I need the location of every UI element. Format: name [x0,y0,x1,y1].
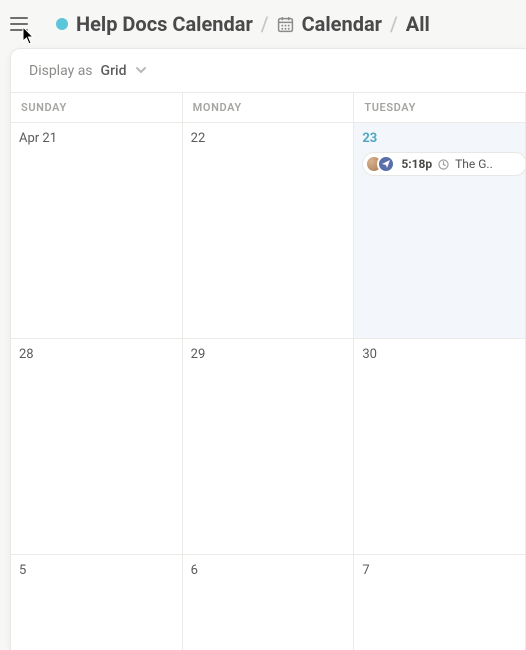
display-as-label: Display as [29,63,93,79]
breadcrumb-separator: / [261,12,269,36]
calendar-cell[interactable]: 6 [183,555,355,650]
calendar-cell[interactable]: 7 [354,555,526,650]
breadcrumb-space[interactable]: Help Docs Calendar [76,12,253,36]
display-as-value[interactable]: Grid [101,63,127,79]
calendar-icon [277,16,294,33]
day-number: 28 [19,347,174,362]
calendar-toolbar: Display as Grid [11,49,526,93]
calendar-cell-today[interactable]: 23 5:18p The G.. [354,123,526,339]
day-number: 6 [191,563,346,578]
day-number: 22 [191,131,346,146]
breadcrumb: Help Docs Calendar / Calendar / All [40,12,430,36]
calendar-cell[interactable]: 28 [11,339,183,555]
day-number: 7 [362,563,517,578]
event-time: 5:18p [401,157,432,171]
day-number: Apr 21 [19,131,174,146]
breadcrumb-view[interactable]: Calendar [302,12,382,36]
day-number: 23 [362,131,517,146]
calendar-cell[interactable]: 5 [11,555,183,650]
chevron-down-icon[interactable] [135,61,147,80]
app-header: Help Docs Calendar / Calendar / All [0,0,526,48]
calendar-cell[interactable]: Apr 21 [11,123,183,339]
day-number: 5 [19,563,174,578]
hamburger-menu-icon[interactable] [10,13,32,35]
event-title: The G.. [455,157,520,171]
calendar-cell[interactable]: 22 [183,123,355,339]
space-color-dot [56,18,68,30]
calendar-panel: Display as Grid SUNDAY MONDAY TUESDAY Ap… [10,48,526,650]
calendar-cell[interactable]: 30 [354,339,526,555]
day-header-tuesday: TUESDAY [354,93,526,123]
breadcrumb-separator: / [390,12,398,36]
calendar-event[interactable]: 5:18p The G.. [362,152,526,176]
clock-icon [438,159,449,170]
day-header-monday: MONDAY [183,93,355,123]
event-avatars [365,155,395,173]
day-number: 30 [362,347,517,362]
day-number: 29 [191,347,346,362]
calendar-cell[interactable]: 29 [183,339,355,555]
calendar-grid: SUNDAY MONDAY TUESDAY Apr 21 22 23 5:18p [11,93,526,650]
avatar [377,155,395,173]
day-header-sunday: SUNDAY [11,93,183,123]
breadcrumb-filter[interactable]: All [406,12,430,36]
